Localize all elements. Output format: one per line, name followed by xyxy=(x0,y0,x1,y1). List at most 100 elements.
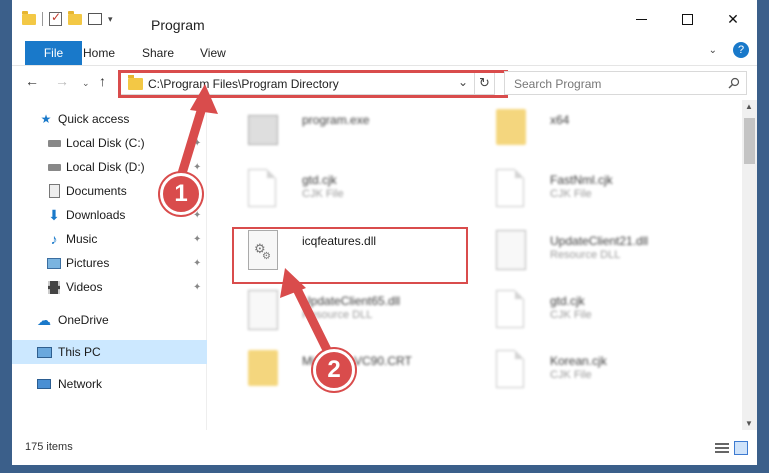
file-highlight-box xyxy=(232,227,468,284)
window-frame-right xyxy=(757,0,769,473)
details-view-icon[interactable] xyxy=(715,442,729,454)
scroll-down-icon[interactable]: ▼ xyxy=(745,419,753,428)
up-button[interactable]: ↑ xyxy=(99,73,106,89)
recent-locations-button[interactable]: ⌄ xyxy=(82,78,90,89)
sidebar-item-onedrive[interactable]: ☁ OneDrive xyxy=(12,308,207,332)
document-icon xyxy=(496,169,528,213)
sidebar-item-quick-access[interactable]: ★ Quick access xyxy=(12,107,207,131)
tab-share[interactable]: Share xyxy=(142,46,174,60)
sidebar-item-label: Local Disk (D:) xyxy=(66,160,145,174)
file-item[interactable]: gtd.cjk CJK File xyxy=(476,284,716,344)
tiles-view-icon[interactable] xyxy=(734,441,748,455)
sidebar-item-label: Music xyxy=(66,232,98,246)
callout-badge-one: 1 xyxy=(160,173,202,215)
file-item[interactable]: FastNml.cjk CJK File xyxy=(476,163,716,223)
search-box[interactable]: Search Program xyxy=(504,71,747,95)
file-type: Resource DLL xyxy=(550,249,621,261)
folder-item[interactable]: x64 xyxy=(476,103,716,163)
help-icon[interactable]: ? xyxy=(733,42,749,58)
navigation-bar: ← → ⌄ ↑ C:\Program Files\Program Directo… xyxy=(12,66,757,100)
file-item[interactable]: UpdateClient21.dll Resource DLL xyxy=(476,224,716,284)
pin-icon[interactable]: ✦ xyxy=(193,282,201,293)
minimize-button[interactable] xyxy=(618,0,664,38)
address-highlight-box xyxy=(118,70,508,98)
file-type: CJK File xyxy=(550,309,592,321)
pin-icon[interactable]: ✦ xyxy=(193,162,201,173)
dll-gear-icon xyxy=(248,290,280,334)
sidebar-item-label: This PC xyxy=(58,345,101,359)
star-icon: ★ xyxy=(40,112,52,126)
navigation-pane: ★ Quick access Local Disk (C:) ✦ Local D… xyxy=(12,100,207,430)
cloud-icon: ☁ xyxy=(37,311,51,328)
toolbar-separator xyxy=(42,12,43,26)
sidebar-item-music[interactable]: ♪ Music ✦ xyxy=(12,227,207,251)
maximize-button[interactable] xyxy=(664,0,710,38)
sidebar-item-this-pc[interactable]: This PC xyxy=(12,340,207,364)
file-name: UpdateClient21.dll xyxy=(550,234,649,248)
downloads-icon: ⬇ xyxy=(48,206,60,223)
sidebar-item-label: OneDrive xyxy=(58,313,109,327)
title-bar: ▾ Program ✕ xyxy=(12,0,757,38)
tab-file[interactable]: File xyxy=(25,41,82,65)
forward-button[interactable]: → xyxy=(55,73,69,89)
sidebar-item-videos[interactable]: Videos ✦ xyxy=(12,275,207,299)
sidebar-item-label: Videos xyxy=(66,280,103,294)
scroll-thumb[interactable] xyxy=(744,118,755,164)
file-name: gtd.cjk xyxy=(302,173,337,187)
tab-home[interactable]: Home xyxy=(83,46,115,60)
search-icon[interactable] xyxy=(728,77,740,89)
back-button[interactable]: ← xyxy=(25,73,39,89)
sidebar-item-local-disk-c[interactable]: Local Disk (C:) ✦ xyxy=(12,131,207,155)
sidebar-item-label: Pictures xyxy=(66,256,110,270)
sidebar-item-network[interactable]: Network xyxy=(12,372,207,396)
documents-icon xyxy=(46,183,62,199)
computer-icon xyxy=(36,344,52,360)
folder-icon xyxy=(496,109,528,153)
music-icon: ♪ xyxy=(50,231,58,247)
sidebar-item-label: Network xyxy=(58,377,103,391)
sidebar-item-pictures[interactable]: Pictures ✦ xyxy=(12,251,207,275)
document-icon xyxy=(248,169,280,213)
dll-gear-icon xyxy=(496,230,528,274)
file-item[interactable]: UpdateClient65.dll Resource DLL xyxy=(228,284,468,344)
search-input[interactable]: Search Program xyxy=(514,77,601,91)
pin-icon[interactable]: ✦ xyxy=(193,210,201,221)
sidebar-item-label: Quick access xyxy=(58,112,130,126)
ribbon-tabs: File Home Share View ⌄ ? xyxy=(12,38,757,66)
pictures-icon xyxy=(46,255,62,271)
pin-icon[interactable]: ✦ xyxy=(193,138,201,149)
network-icon xyxy=(36,376,52,392)
file-name: x64 xyxy=(550,113,570,127)
file-type: CJK File xyxy=(550,188,592,200)
folder-icon xyxy=(248,350,280,394)
layout-icon[interactable] xyxy=(88,13,102,25)
file-item[interactable]: gtd.cjk CJK File xyxy=(228,163,468,223)
file-item[interactable]: program.exe xyxy=(228,103,468,163)
document-icon xyxy=(496,290,528,334)
folder-icon[interactable] xyxy=(22,10,36,25)
customize-toolbar-icon[interactable]: ▾ xyxy=(108,14,113,25)
window-frame-left xyxy=(0,0,12,473)
file-name: gtd.cjk xyxy=(550,294,585,308)
drive-icon xyxy=(46,159,62,175)
close-button[interactable]: ✕ xyxy=(710,0,756,38)
scroll-up-icon[interactable]: ▲ xyxy=(745,102,753,111)
new-folder-icon[interactable] xyxy=(68,10,82,25)
file-name: FastNml.cjk xyxy=(550,173,613,187)
maximize-icon xyxy=(681,13,693,25)
item-count: 175 items xyxy=(25,441,73,453)
videos-icon xyxy=(46,279,62,295)
sidebar-item-label: Downloads xyxy=(66,208,126,222)
pin-icon[interactable]: ✦ xyxy=(193,234,201,245)
expand-ribbon-icon[interactable]: ⌄ xyxy=(709,45,717,56)
file-type: CJK File xyxy=(302,188,344,200)
file-item[interactable]: Korean.cjk CJK File xyxy=(476,344,716,404)
file-name: program.exe xyxy=(302,113,370,127)
properties-check-icon[interactable] xyxy=(49,10,62,26)
tab-view[interactable]: View xyxy=(200,46,226,60)
pin-icon[interactable]: ✦ xyxy=(193,258,201,269)
file-type: Resource DLL xyxy=(302,309,373,321)
drive-icon xyxy=(46,135,62,151)
vertical-scrollbar[interactable]: ▲ ▼ xyxy=(742,100,757,430)
file-type: CJK File xyxy=(550,369,592,381)
